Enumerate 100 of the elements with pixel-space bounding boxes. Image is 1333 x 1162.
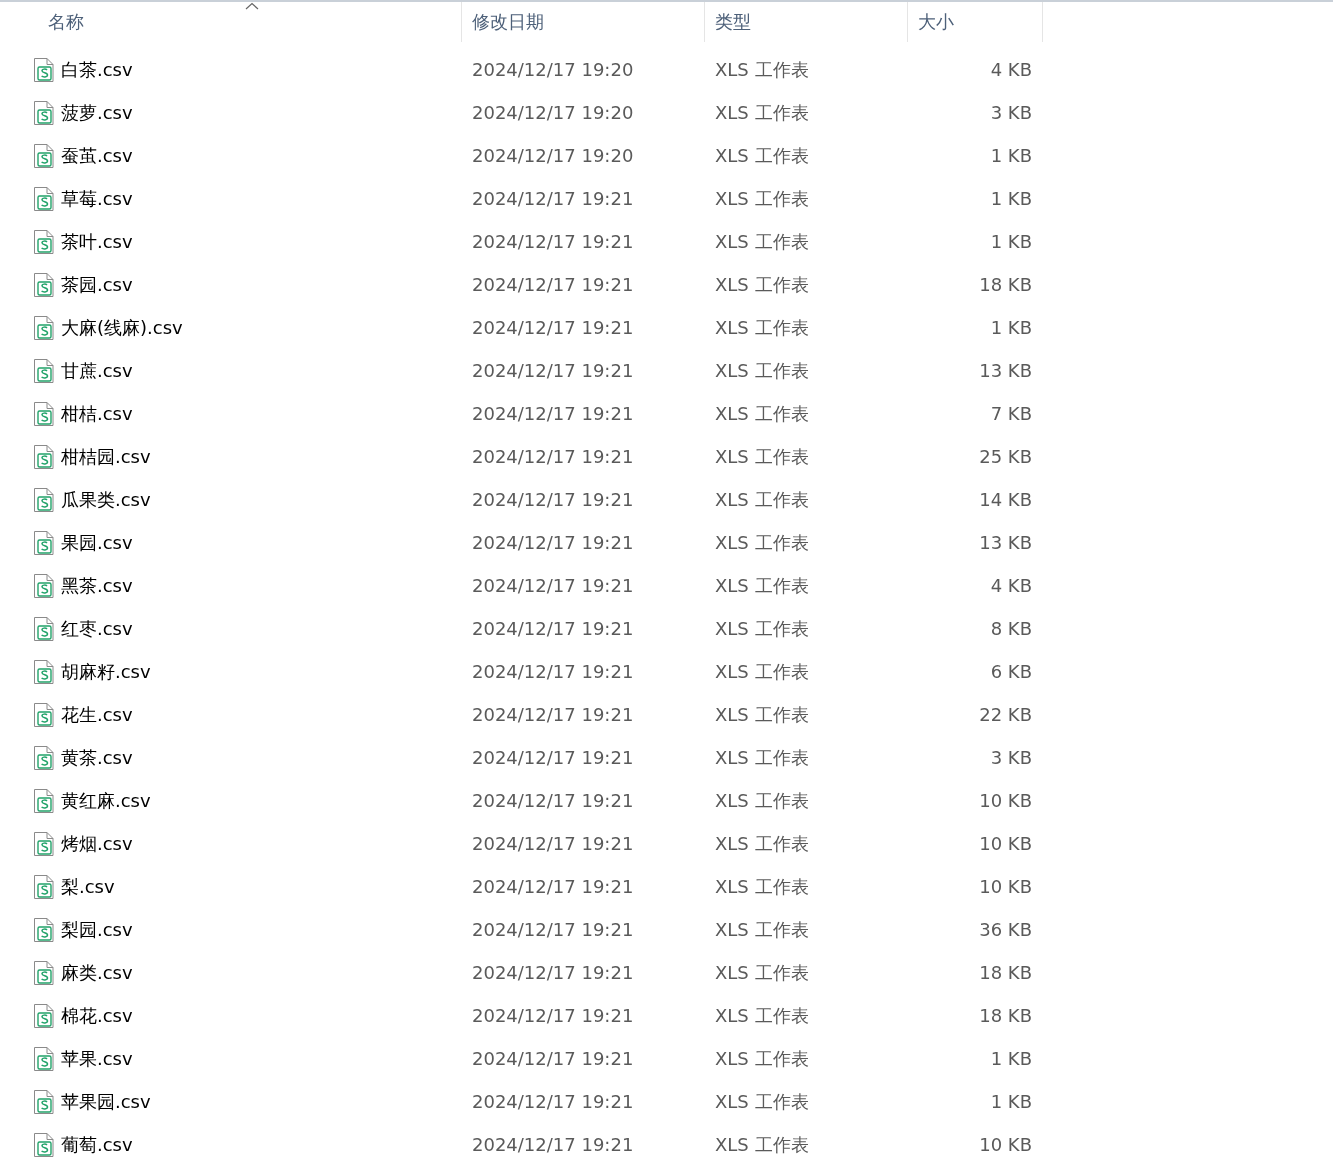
spreadsheet-file-icon (33, 228, 55, 255)
sort-caret-icon (244, 2, 259, 10)
spreadsheet-file-icon (33, 1002, 55, 1029)
file-name[interactable]: 梨园.csv (61, 917, 133, 942)
file-name[interactable]: 柑桔园.csv (61, 444, 151, 469)
file-size: 25 KB (979, 446, 1032, 467)
file-name[interactable]: 红枣.csv (61, 616, 133, 641)
file-size: 4 KB (990, 59, 1032, 80)
file-size: 10 KB (979, 1134, 1032, 1155)
spreadsheet-file-icon (33, 185, 55, 212)
file-type: XLS 工作表 (715, 316, 809, 338)
file-size: 1 KB (990, 317, 1032, 338)
file-size: 1 KB (990, 1091, 1032, 1112)
modified-date: 2024/12/17 19:21 (472, 618, 634, 639)
file-size: 18 KB (979, 274, 1032, 295)
file-name[interactable]: 胡麻籽.csv (61, 659, 151, 684)
file-size: 10 KB (979, 790, 1032, 811)
file-name[interactable]: 梨.csv (61, 874, 115, 899)
file-name[interactable]: 甘蔗.csv (61, 358, 133, 383)
modified-date: 2024/12/17 19:21 (472, 833, 634, 854)
modified-date: 2024/12/17 19:21 (472, 1091, 634, 1112)
spreadsheet-file-icon (33, 658, 55, 685)
file-size: 1 KB (990, 188, 1032, 209)
spreadsheet-file-icon (33, 400, 55, 427)
file-name[interactable]: 花生.csv (61, 702, 133, 727)
column-header[interactable]: 类型 (705, 2, 908, 42)
modified-date: 2024/12/17 19:20 (472, 145, 634, 166)
file-type: XLS 工作表 (715, 1133, 809, 1155)
file-name[interactable]: 蚕茧.csv (61, 143, 133, 168)
modified-date: 2024/12/17 19:21 (472, 317, 634, 338)
file-size: 3 KB (990, 102, 1032, 123)
file-name[interactable]: 柑桔.csv (61, 401, 133, 426)
spreadsheet-file-icon (33, 357, 55, 384)
file-name[interactable]: 黑茶.csv (61, 573, 133, 598)
file-name[interactable]: 棉花.csv (61, 1003, 133, 1028)
spreadsheet-file-icon (33, 916, 55, 943)
file-name[interactable]: 白茶.csv (61, 57, 133, 82)
file-name[interactable]: 麻类.csv (61, 960, 133, 985)
file-type: XLS 工作表 (715, 144, 809, 166)
modified-date: 2024/12/17 19:21 (472, 403, 634, 424)
spreadsheet-file-icon (33, 744, 55, 771)
file-name[interactable]: 果园.csv (61, 530, 133, 555)
modified-date: 2024/12/17 19:21 (472, 962, 634, 983)
file-type: XLS 工作表 (715, 101, 809, 123)
modified-date: 2024/12/17 19:21 (472, 747, 634, 768)
file-name[interactable]: 瓜果类.csv (61, 487, 151, 512)
file-name[interactable]: 葡萄.csv (61, 1132, 133, 1157)
file-type: XLS 工作表 (715, 703, 809, 725)
spreadsheet-file-icon (33, 787, 55, 814)
spreadsheet-file-icon (33, 701, 55, 728)
spreadsheet-file-icon (33, 314, 55, 341)
file-type: XLS 工作表 (715, 746, 809, 768)
file-type: XLS 工作表 (715, 187, 809, 209)
file-type: XLS 工作表 (715, 273, 809, 295)
file-type: XLS 工作表 (715, 1090, 809, 1112)
spreadsheet-file-icon (33, 486, 55, 513)
spreadsheet-file-icon (33, 56, 55, 83)
modified-date: 2024/12/17 19:21 (472, 231, 634, 252)
file-type: XLS 工作表 (715, 961, 809, 983)
file-size: 4 KB (990, 575, 1032, 596)
file-size: 36 KB (979, 919, 1032, 940)
file-name[interactable]: 黄茶.csv (61, 745, 133, 770)
file-size: 1 KB (990, 1048, 1032, 1069)
file-size: 8 KB (990, 618, 1032, 639)
file-name[interactable]: 大麻(线麻).csv (61, 315, 183, 340)
file-name[interactable]: 菠萝.csv (61, 100, 133, 125)
file-name[interactable]: 苹果园.csv (61, 1089, 151, 1114)
file-size: 10 KB (979, 833, 1032, 854)
file-size: 13 KB (979, 360, 1032, 381)
column-header[interactable]: 名称 (0, 2, 462, 42)
file-size: 13 KB (979, 532, 1032, 553)
file-name[interactable]: 茶叶.csv (61, 229, 133, 254)
modified-date: 2024/12/17 19:20 (472, 59, 634, 80)
file-name[interactable]: 草莓.csv (61, 186, 133, 211)
file-name[interactable]: 黄红麻.csv (61, 788, 151, 813)
spreadsheet-file-icon (33, 142, 55, 169)
modified-date: 2024/12/17 19:21 (472, 704, 634, 725)
modified-date: 2024/12/17 19:20 (472, 102, 634, 123)
file-type: XLS 工作表 (715, 574, 809, 596)
modified-date: 2024/12/17 19:21 (472, 1005, 634, 1026)
file-type: XLS 工作表 (715, 1004, 809, 1026)
file-name[interactable]: 苹果.csv (61, 1046, 133, 1071)
file-size: 6 KB (990, 661, 1032, 682)
file-size: 1 KB (990, 145, 1032, 166)
file-name[interactable]: 茶园.csv (61, 272, 133, 297)
file-type: XLS 工作表 (715, 230, 809, 252)
modified-date: 2024/12/17 19:21 (472, 1048, 634, 1069)
file-name[interactable]: 烤烟.csv (61, 831, 133, 856)
file-size: 10 KB (979, 876, 1032, 897)
file-type: XLS 工作表 (715, 918, 809, 940)
column-header[interactable]: 大小 (908, 2, 1043, 42)
file-size: 3 KB (990, 747, 1032, 768)
spreadsheet-file-icon (33, 1131, 55, 1158)
file-type: XLS 工作表 (715, 58, 809, 80)
column-header[interactable]: 修改日期 (462, 2, 705, 42)
file-type: XLS 工作表 (715, 875, 809, 897)
file-type: XLS 工作表 (715, 832, 809, 854)
file-type: XLS 工作表 (715, 617, 809, 639)
spreadsheet-file-icon (33, 1045, 55, 1072)
file-size: 18 KB (979, 1005, 1032, 1026)
